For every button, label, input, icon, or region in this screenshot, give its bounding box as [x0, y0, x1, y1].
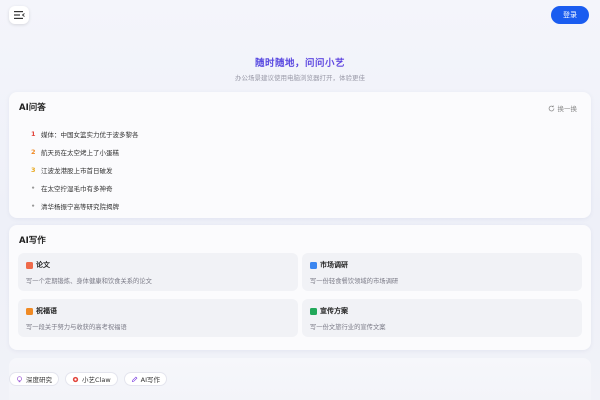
qa-item[interactable]: 2 航天员在太空烤上了小蛋糕 [31, 143, 139, 161]
writing-tile-blessing[interactable]: 祝福语 写一段关于努力与收获的高考祝福语 [18, 299, 298, 337]
ai-writing-title: AI写作 [19, 236, 46, 246]
qa-item[interactable]: 1 媒体：中国女篮实力优于波多黎各 [31, 125, 139, 143]
writing-tile-paper[interactable]: 论文 写一个定期锻炼、身体健康和饮食关系的论文 [18, 253, 298, 291]
note-icon [26, 307, 33, 315]
pen-icon [131, 376, 138, 382]
login-button[interactable]: 登录 [551, 6, 589, 24]
hero-title: 随时随地，问问小艺 [0, 55, 600, 69]
ai-writing-card: AI写作 论文 写一个定期锻炼、身体健康和饮食关系的论文 市场调研 写一份轻食餐… [9, 225, 591, 350]
refresh-label: 换一换 [557, 105, 578, 113]
chip-label: 小艺Claw [82, 376, 111, 384]
writing-tile-desc: 写一份轻食餐饮领域的市场调研 [310, 278, 399, 285]
writing-tile-promotion[interactable]: 宣传方案 写一份文旅行业的宣传文案 [302, 299, 582, 337]
qa-rank: 3 [31, 166, 36, 174]
writing-tile-name: 论文 [36, 261, 50, 269]
chip-ai-writing[interactable]: AI写作 [123, 372, 168, 386]
top-bar: 登录 [0, 0, 600, 30]
chip-label: AI写作 [140, 376, 161, 384]
ai-qa-title: AI问答 [19, 103, 46, 113]
hero: 随时随地，问问小艺 办公场景建议使用电脑浏览器打开，体验更佳 [0, 55, 600, 82]
writing-tile-desc: 写一段关于努力与收获的高考祝福语 [26, 324, 127, 331]
hero-subtitle: 办公场景建议使用电脑浏览器打开，体验更佳 [235, 74, 365, 82]
writing-tile-name: 祝福语 [36, 307, 57, 315]
qa-item-text: 航天员在太空烤上了小蛋糕 [41, 149, 119, 157]
writing-tile-desc: 写一个定期锻炼、身体健康和饮食关系的论文 [26, 278, 152, 285]
qa-item-text: 在太空拧湿毛巾有多神奇 [41, 185, 113, 193]
ai-qa-card: AI问答 换一换 1 媒体：中国女篮实力优于波多黎各 2 航天员在太空烤上了小蛋… [9, 92, 591, 218]
writing-tile-market-research[interactable]: 市场调研 写一份轻食餐饮领域的市场调研 [302, 253, 582, 291]
qa-item-text: 清华杨振宁高等研究院揭牌 [41, 203, 119, 211]
writing-tile-desc: 写一份文旅行业的宣传文案 [310, 324, 386, 331]
qa-item[interactable]: 3 江波龙港股上市首日破发 [31, 161, 139, 179]
qa-item-text: 江波龙港股上市首日破发 [41, 167, 113, 175]
writing-tile-name: 市场调研 [320, 261, 348, 269]
menu-button[interactable] [9, 6, 29, 24]
qa-rank: 1 [31, 130, 36, 138]
menu-icon [13, 11, 25, 19]
refresh-icon [548, 105, 554, 111]
qa-list: 1 媒体：中国女篮实力优于波多黎各 2 航天员在太空烤上了小蛋糕 3 江波龙港股… [31, 125, 139, 215]
qa-item[interactable]: • 清华杨振宁高等研究院揭牌 [31, 197, 139, 215]
chip-xiaoyi-claw[interactable]: 小艺Claw [65, 372, 118, 386]
doc-icon [310, 307, 317, 315]
chip-deep-research[interactable]: 深度研究 [9, 372, 59, 386]
qa-rank: 2 [31, 148, 36, 156]
bulb-icon [17, 375, 22, 382]
claw-icon [72, 376, 79, 382]
qa-bullet: • [31, 184, 36, 192]
refresh-button[interactable]: 换一换 [548, 103, 578, 113]
qa-bullet: • [31, 202, 36, 210]
chip-label: 深度研究 [26, 376, 52, 384]
qa-item-text: 媒体：中国女篮实力优于波多黎各 [41, 131, 139, 139]
writing-tile-name: 宣传方案 [320, 307, 348, 315]
quick-chips: 深度研究 小艺Claw AI写作 [9, 372, 168, 386]
doc-icon [310, 261, 317, 269]
paper-icon [26, 261, 33, 269]
qa-item[interactable]: • 在太空拧湿毛巾有多神奇 [31, 179, 139, 197]
